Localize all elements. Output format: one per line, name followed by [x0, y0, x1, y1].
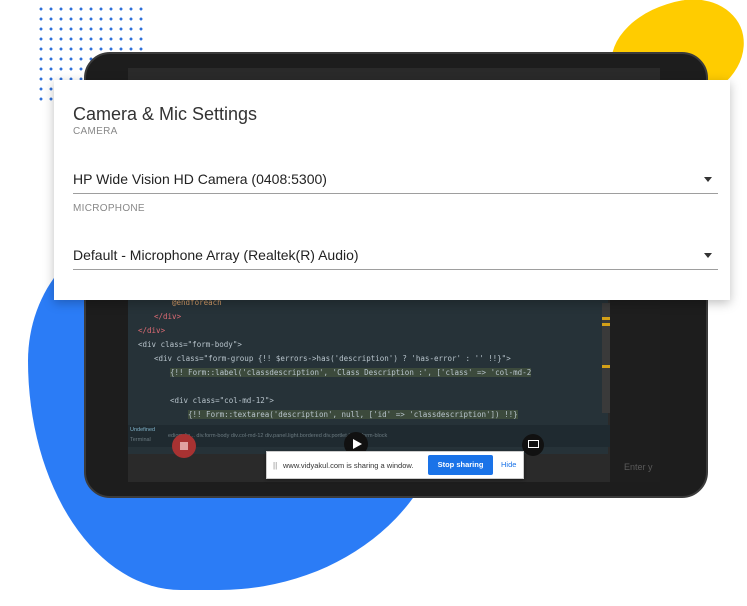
- code-line: </div>: [154, 312, 182, 321]
- side-input-placeholder[interactable]: Enter y: [624, 462, 653, 472]
- code-line: <div class="form-group {!! $errors->has(…: [154, 354, 511, 363]
- microphone-select[interactable]: Default - Microphone Array (Realtek(R) A…: [73, 239, 718, 270]
- screen-share-button[interactable]: [522, 434, 544, 456]
- share-message: www.vidyakul.com is sharing a window.: [283, 461, 414, 470]
- code-line: </div>: [138, 326, 166, 335]
- microphone-label: MICROPHONE: [73, 203, 145, 214]
- code-line: <div class="form-body">: [138, 340, 242, 349]
- dialog-title: Camera & Mic Settings: [73, 104, 258, 124]
- camera-mic-settings-dialog: Camera & Mic Settings CAMERA HP Wide Vis…: [54, 80, 730, 300]
- status-terminal: Terminal: [130, 437, 151, 443]
- side-panel: [610, 294, 660, 482]
- code-line: <div class="col-md-12">: [170, 396, 274, 405]
- hide-button[interactable]: Hide: [501, 460, 516, 469]
- scroll-marker: [602, 317, 610, 320]
- chevron-down-icon: [704, 177, 712, 182]
- screen-share-bar: || www.vidyakul.com is sharing a window.…: [266, 451, 524, 479]
- drag-handle-icon[interactable]: ||: [273, 461, 277, 470]
- stop-sharing-button[interactable]: Stop sharing: [428, 455, 493, 475]
- record-stop-button[interactable]: [172, 434, 196, 458]
- scroll-marker: [602, 323, 610, 326]
- editor-scrollbar[interactable]: [602, 303, 610, 413]
- microphone-select-value: Default - Microphone Array (Realtek(R) A…: [73, 247, 359, 263]
- camera-label: CAMERA: [73, 126, 118, 137]
- camera-select-value: HP Wide Vision HD Camera (0408:5300): [73, 171, 327, 187]
- status-undefined: Undefined: [130, 427, 156, 433]
- code-line: {!! Form::label('classdescription', 'Cla…: [170, 368, 532, 377]
- scroll-marker: [602, 365, 610, 368]
- code-line: {!! Form::textarea('description', null, …: [188, 410, 518, 419]
- camera-select[interactable]: HP Wide Vision HD Camera (0408:5300): [73, 163, 718, 194]
- chevron-down-icon: [704, 253, 712, 258]
